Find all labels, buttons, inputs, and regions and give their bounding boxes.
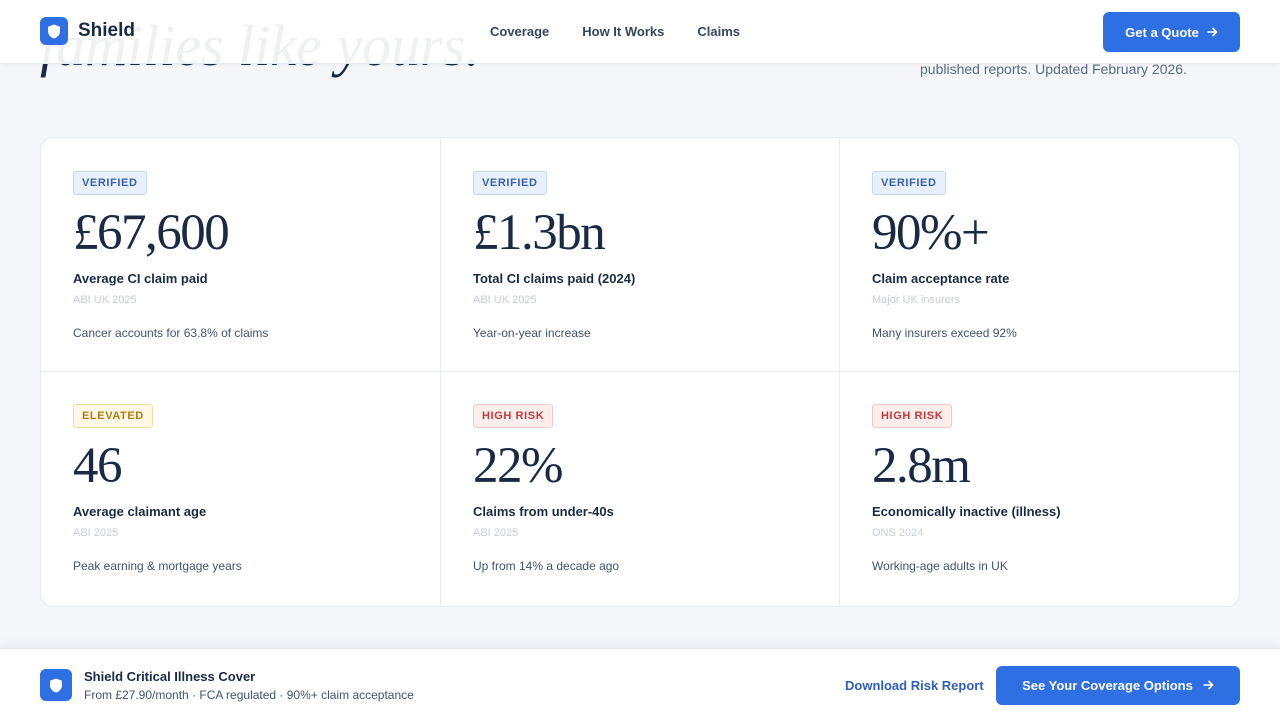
brand-name: Shield <box>78 20 136 41</box>
stat-card: ELEVATED 46 Average claimant age ABI 2025 Pe… <box>41 372 441 606</box>
stat-note: Up from 14% a decade ago <box>473 559 620 573</box>
stat-value: £1.3bn <box>473 205 606 261</box>
stats-grid: VERIFIED £67,600 Average CI claim paid ABI … <box>40 137 1240 607</box>
stat-source: ONS 2024 <box>872 527 924 539</box>
sticky-product-title: Shield Critical Illness Cover <box>84 669 256 684</box>
arrow-right-icon <box>1203 678 1214 693</box>
arrow-right-icon <box>1207 25 1218 40</box>
stat-badge: ELEVATED <box>73 404 153 428</box>
stat-card: HIGH RISK 22% Claims from under-40s ABI 202… <box>441 372 840 606</box>
stat-label: Average claimant age <box>73 504 207 519</box>
stat-label: Claims from under-40s <box>473 504 614 519</box>
stat-label: Average CI claim paid <box>73 271 208 286</box>
stat-source: ABI UK 2025 <box>473 294 537 306</box>
see-coverage-options-button[interactable]: See Your Coverage Options <box>996 666 1240 705</box>
stat-note: Working-age adults in UK <box>872 559 1008 573</box>
stat-value: 46 <box>73 438 123 494</box>
stat-badge: HIGH RISK <box>872 404 953 428</box>
nav-how-it-works[interactable]: How It Works <box>582 24 664 39</box>
stat-note: Peak earning & mortgage years <box>73 559 242 573</box>
get-a-quote-label: Get a Quote <box>1125 24 1199 40</box>
stat-source: ABI UK 2025 <box>73 294 137 306</box>
main-nav: Coverage How It Works Claims <box>490 24 773 39</box>
see-coverage-options-label: See Your Coverage Options <box>1022 678 1193 693</box>
stat-value: 90%+ <box>872 205 990 261</box>
stat-note: Year-on-year increase <box>473 326 591 340</box>
stat-note: Many insurers exceed 92% <box>872 326 1017 340</box>
site-header: Shield Coverage How It Works Claims Get … <box>0 0 1280 64</box>
sticky-cta-bar: Shield Critical Illness Cover From £27.9… <box>0 648 1280 720</box>
stat-card: VERIFIED £67,600 Average CI claim paid ABI … <box>41 138 441 372</box>
stat-label: Economically inactive (illness) <box>872 504 1061 519</box>
nav-claims[interactable]: Claims <box>697 24 740 39</box>
stat-label: Claim acceptance rate <box>872 271 1010 286</box>
stat-card: VERIFIED £1.3bn Total CI claims paid (2024… <box>441 138 840 372</box>
stat-badge: VERIFIED <box>473 171 547 195</box>
stat-card: HIGH RISK 2.8m Economically inactive (illn… <box>840 372 1239 606</box>
stat-value: 2.8m <box>872 438 971 494</box>
stat-value: £67,600 <box>73 205 230 261</box>
stat-badge: HIGH RISK <box>473 404 554 428</box>
stat-badge: VERIFIED <box>872 171 946 195</box>
stat-source: Major UK insurers <box>872 294 961 306</box>
stat-value: 22% <box>473 438 563 494</box>
get-a-quote-button[interactable]: Get a Quote <box>1103 12 1240 52</box>
stat-note: Cancer accounts for 63.8% of claims <box>73 326 269 340</box>
stat-label: Total CI claims paid (2024) <box>473 271 636 286</box>
stat-source: ABI 2025 <box>473 527 519 539</box>
stat-card: VERIFIED 90%+ Claim acceptance rate Major U… <box>840 138 1239 372</box>
nav-coverage[interactable]: Coverage <box>490 24 549 39</box>
stat-badge: VERIFIED <box>73 171 147 195</box>
sticky-product-subtitle: From £27.90/month · FCA regulated · 90%+… <box>84 688 414 702</box>
download-risk-report-link[interactable]: Download Risk Report <box>845 678 984 693</box>
shield-icon <box>40 669 72 701</box>
shield-icon <box>40 17 68 45</box>
brand-logo[interactable]: Shield <box>40 17 135 45</box>
stat-source: ABI 2025 <box>73 527 119 539</box>
